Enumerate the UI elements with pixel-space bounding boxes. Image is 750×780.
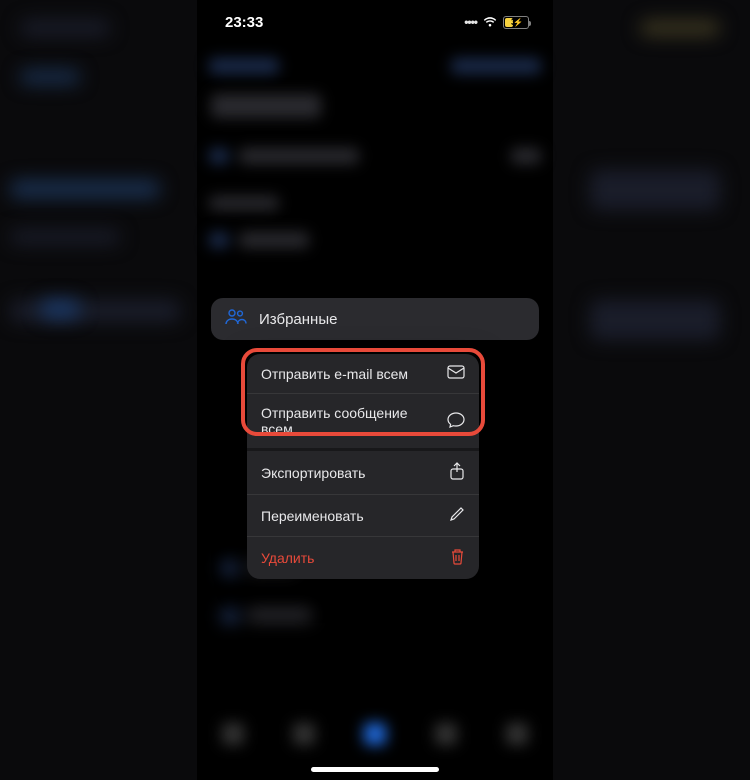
tab-item[interactable] — [293, 723, 315, 745]
section-label-blur — [209, 196, 541, 218]
menu-export-label: Экспортировать — [261, 465, 365, 481]
tab-bar — [197, 710, 553, 758]
battery-indicator: 36 ⚡ — [503, 16, 529, 29]
favorites-label: Избранные — [259, 311, 337, 328]
charging-icon: ⚡ — [513, 18, 523, 27]
list-header-blur — [209, 148, 541, 170]
envelope-icon — [447, 365, 465, 382]
share-icon — [449, 462, 465, 483]
status-bar: 23:33 •••• 36 ⚡ — [197, 0, 553, 44]
menu-rename[interactable]: Переименовать — [247, 495, 479, 537]
list-row-blur — [209, 232, 541, 254]
pencil-icon — [449, 506, 465, 525]
menu-export[interactable]: Экспортировать — [247, 451, 479, 495]
status-time: 23:33 — [225, 14, 263, 31]
trash-icon — [450, 548, 465, 568]
favorites-list-item[interactable]: Избранные — [211, 298, 539, 340]
status-right: •••• 36 ⚡ — [464, 15, 529, 29]
chat-bubble-icon — [447, 412, 465, 431]
context-menu: Отправить e-mail всем Отправить сообщени… — [247, 354, 479, 579]
tab-item[interactable] — [222, 723, 244, 745]
menu-delete[interactable]: Удалить — [247, 537, 479, 579]
wifi-icon — [482, 16, 498, 28]
tab-item-active[interactable] — [364, 723, 386, 745]
menu-email-all[interactable]: Отправить e-mail всем — [247, 354, 479, 394]
home-indicator[interactable] — [311, 767, 439, 772]
nav-row-blur — [209, 58, 541, 80]
tab-item[interactable] — [506, 723, 528, 745]
menu-message-all-label: Отправить сообщение всем — [261, 405, 439, 437]
phone-screen: 23:33 •••• 36 ⚡ — [197, 0, 553, 780]
menu-delete-label: Удалить — [261, 550, 314, 566]
tab-item[interactable] — [435, 723, 457, 745]
menu-rename-label: Переименовать — [261, 508, 364, 524]
menu-email-all-label: Отправить e-mail всем — [261, 366, 408, 382]
menu-message-all[interactable]: Отправить сообщение всем — [247, 394, 479, 451]
cellular-dots-icon: •••• — [464, 15, 477, 29]
page-title-blur — [211, 94, 541, 118]
group-icon — [225, 309, 247, 329]
